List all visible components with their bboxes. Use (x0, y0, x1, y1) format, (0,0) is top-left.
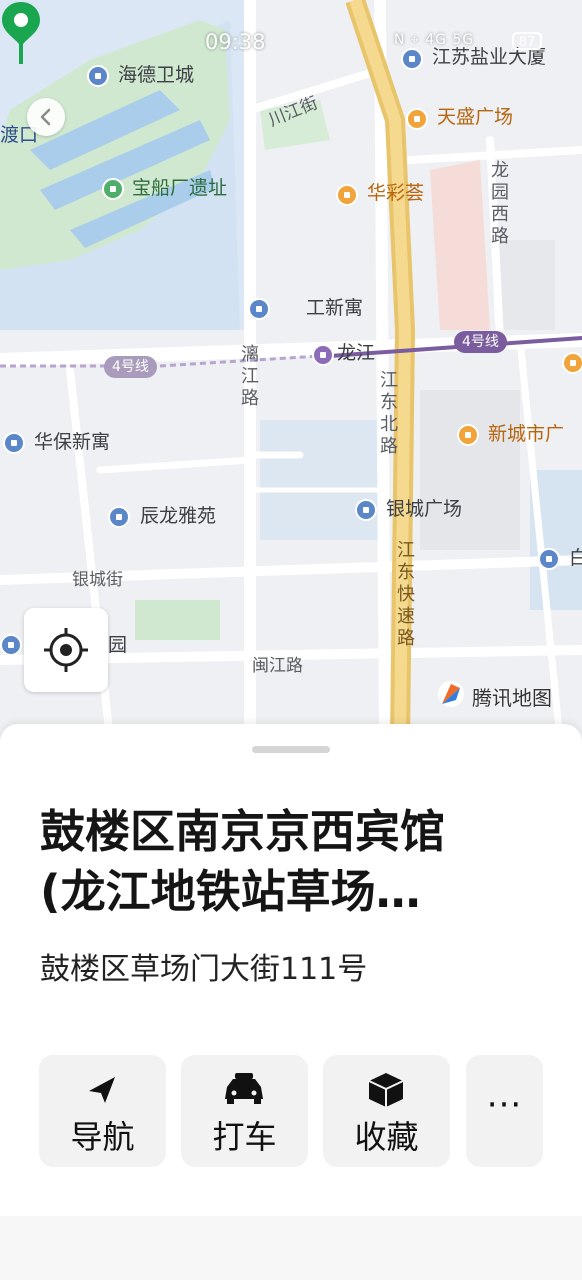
back-button[interactable] (27, 98, 65, 136)
road-label-minjiang: 闽江路 (252, 656, 303, 676)
poi-label-huacaihui[interactable]: 华彩荟 (367, 184, 424, 203)
poi-label-gongxinyu[interactable]: 工新寓 (306, 299, 363, 318)
road-label-longyuan-west: 龙园西路 (491, 160, 509, 247)
poi-label-yuan[interactable]: 园 (108, 636, 127, 655)
favorite-button[interactable]: 收藏 (323, 1055, 450, 1167)
box-icon (368, 1073, 404, 1107)
locate-me-button[interactable] (24, 608, 108, 692)
poi-label-chenlong[interactable]: 辰龙雅苑 (140, 507, 216, 526)
mall-icon (562, 352, 582, 374)
navigation-arrow-icon (89, 1077, 115, 1103)
building-icon (87, 65, 109, 87)
navigate-label: 导航 (70, 1118, 135, 1156)
poi-label-xinchengshi[interactable]: 新城市广 (488, 425, 564, 444)
metro-line-badge[interactable]: 4号线 (454, 331, 507, 353)
road-label-yincheng: 银城街 (72, 570, 123, 590)
scenic-icon (102, 178, 124, 200)
taxi-icon (225, 1073, 263, 1104)
crosshair-icon (44, 628, 88, 672)
poi-label-yincheng-plaza[interactable]: 银城广场 (386, 500, 462, 519)
place-detail-sheet[interactable]: 鼓楼区南京京西宾馆 (龙江地铁站草场… 鼓楼区草场门大街111号 导航 打车 收… (0, 724, 582, 1280)
poi-label-bai[interactable]: 白 (569, 549, 582, 568)
office-icon (108, 506, 130, 528)
bottom-bar (0, 1216, 582, 1280)
battery-icon: 87 (512, 32, 542, 50)
metro-station-icon (312, 344, 334, 366)
status-indicators: N ⌖ 4G 5G (394, 32, 475, 48)
status-bar: 09:38 N ⌖ 4G 5G 87 (0, 26, 582, 60)
navigate-button[interactable]: 导航 (39, 1055, 166, 1167)
building-icon (248, 298, 270, 320)
taxi-label: 打车 (212, 1118, 277, 1156)
road-label-jiangdong-north: 江东北路 (380, 370, 398, 457)
poi-label-longjiang-station[interactable]: 龙江 (337, 344, 375, 363)
place-title-line2: (龙江地铁站草场… (40, 865, 421, 918)
building-icon (3, 432, 25, 454)
poi-label-baochuan[interactable]: 宝船厂遗址 (132, 179, 227, 198)
poi-label-tiansheng[interactable]: 天盛广场 (437, 108, 513, 127)
place-title: 鼓楼区南京京西宾馆 (龙江地铁站草场… (40, 802, 540, 922)
mall-icon (406, 108, 428, 130)
mall-icon (336, 184, 358, 206)
place-address: 鼓楼区草场门大街111号 (40, 952, 368, 987)
poi-label-huabao[interactable]: 华保新寓 (34, 433, 110, 452)
more-icon: ··· (486, 1085, 523, 1125)
mall-icon (457, 424, 479, 446)
drag-handle[interactable] (252, 746, 330, 753)
poi-label-haide[interactable]: 海德卫城 (118, 66, 194, 85)
brand-label: 腾讯地图 (472, 686, 552, 710)
road-label-lijiang: 漓江路 (241, 344, 259, 409)
office-icon (355, 499, 377, 521)
road-label-jiangdong-express: 江东快速路 (397, 540, 415, 649)
place-title-line1: 鼓楼区南京京西宾馆 (40, 805, 446, 858)
more-button[interactable]: ··· (466, 1055, 543, 1167)
chevron-left-icon (40, 108, 51, 126)
favorite-label: 收藏 (354, 1118, 419, 1156)
building-icon (0, 634, 22, 656)
compass-icon (438, 681, 464, 707)
building-icon (538, 548, 560, 570)
status-time: 09:38 (205, 30, 266, 54)
taxi-button[interactable]: 打车 (181, 1055, 308, 1167)
metro-line-badge[interactable]: 4号线 (104, 356, 157, 378)
